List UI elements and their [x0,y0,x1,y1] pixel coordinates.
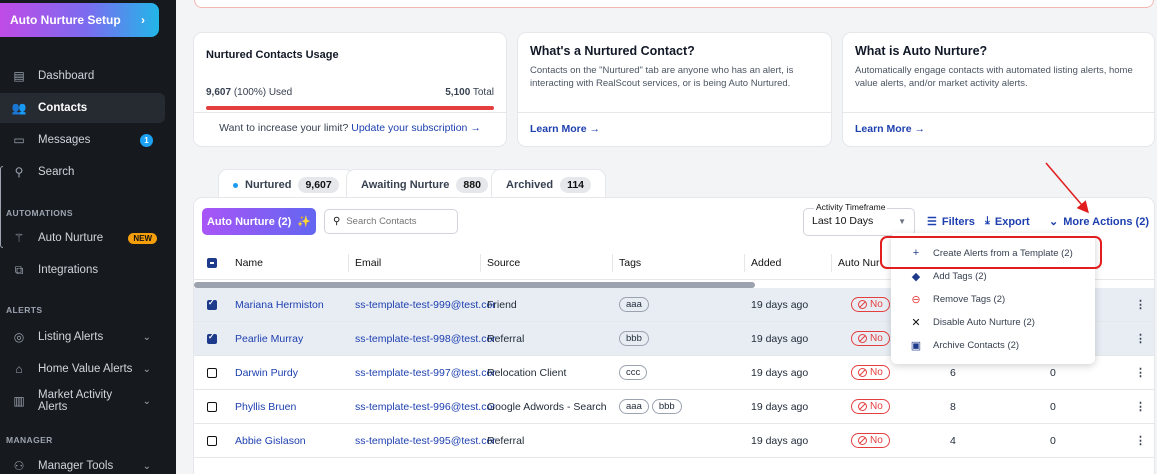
annotation-arrow [1045,162,1089,214]
